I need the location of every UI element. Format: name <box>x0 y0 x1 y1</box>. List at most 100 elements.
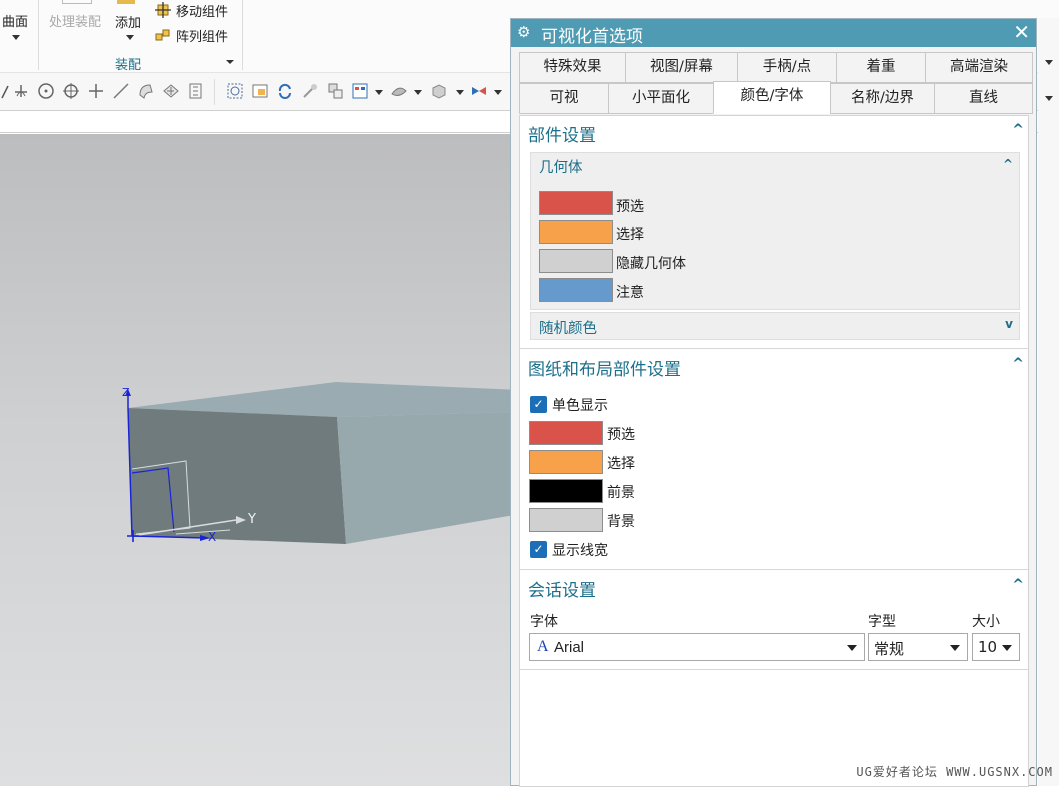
tab-names-borders[interactable]: 名称/边界 <box>830 83 935 114</box>
snap-perpendicular-icon[interactable] <box>12 82 30 100</box>
drawing-select-color-swatch[interactable] <box>529 450 603 474</box>
tab-color-font[interactable]: 颜色/字体 <box>713 81 831 114</box>
axis-x-label: X <box>208 530 217 544</box>
part-model[interactable] <box>0 134 520 786</box>
line-width-checkbox[interactable]: ✓ <box>530 541 547 558</box>
graphics-viewport[interactable]: Z Y X <box>0 134 520 786</box>
tab-special-effects[interactable]: 特殊效果 <box>519 52 626 83</box>
foreground-color-swatch[interactable] <box>529 479 603 503</box>
tab-label: 特殊效果 <box>543 59 602 75</box>
geometry-title[interactable]: 几何体 <box>539 156 583 177</box>
add-button[interactable]: 添加 <box>115 12 141 31</box>
dialog-titlebar[interactable]: ⚙ 可视化首选项 ✕ <box>511 19 1036 47</box>
session-settings-title[interactable]: 会话设置 <box>528 576 596 601</box>
snap-quadrant-icon[interactable] <box>62 82 80 100</box>
tab-faceting[interactable]: 小平面化 <box>608 83 714 114</box>
tab-label: 小平面化 <box>632 90 690 106</box>
shaded-cube-icon[interactable] <box>430 82 448 100</box>
surface-dropdown-caret[interactable] <box>12 35 20 40</box>
snap-on-face-icon[interactable] <box>137 82 155 100</box>
size-label: 大小 <box>972 614 1000 630</box>
add-dropdown-caret[interactable] <box>126 35 134 40</box>
chevron-down-icon <box>950 645 960 651</box>
edit-object-display-icon[interactable] <box>470 82 488 100</box>
fit-view-icon[interactable] <box>226 82 244 100</box>
font-label: 字体 <box>530 614 558 630</box>
edit-object-display-caret[interactable] <box>494 90 502 95</box>
line-width-label: 显示线宽 <box>552 543 608 559</box>
forum-watermark: UG爱好者论坛 WWW.UGSNX.COM <box>856 765 1053 779</box>
snap-point-icon[interactable] <box>87 82 105 100</box>
part-settings-title[interactable]: 部件设置 <box>528 121 596 146</box>
close-button[interactable]: ✕ <box>1013 20 1030 44</box>
tab-label: 视图/屏幕 <box>650 59 713 75</box>
tab-label: 直线 <box>969 90 998 106</box>
style-label: 字型 <box>868 614 896 630</box>
preselect-label: 预选 <box>616 199 644 215</box>
dialog-title: 可视化首选项 <box>541 27 643 47</box>
move-component-button[interactable]: 移动组件 <box>176 1 228 20</box>
ribbon-separator <box>242 0 243 70</box>
overflow-caret[interactable] <box>1045 60 1053 65</box>
tab-label: 高端渲染 <box>950 59 1008 75</box>
process-assembly-icon <box>62 0 92 4</box>
background-label: 背景 <box>607 514 635 530</box>
font-select[interactable]: A Arial <box>529 633 865 661</box>
drawing-preselect-color-swatch[interactable] <box>529 421 603 445</box>
attention-color-swatch[interactable] <box>539 278 613 302</box>
snap-points-icon[interactable] <box>187 82 205 100</box>
monochrome-checkbox[interactable]: ✓ <box>530 396 547 413</box>
overflow-caret[interactable] <box>1045 96 1053 101</box>
foreground-label: 前景 <box>607 485 635 501</box>
bounded-grid-icon[interactable] <box>162 82 180 100</box>
tab-handles-points[interactable]: 手柄/点 <box>737 52 837 83</box>
orient-view-icon[interactable] <box>326 82 344 100</box>
collapse-chevron-icon[interactable]: ^ <box>1012 122 1024 138</box>
section-divider <box>520 348 1028 349</box>
surface-menu[interactable]: 曲面 <box>2 11 28 30</box>
hidden-geometry-color-swatch[interactable] <box>539 249 613 273</box>
attention-label: 注意 <box>616 285 644 301</box>
chevron-down-icon <box>847 645 857 651</box>
expand-chevron-icon[interactable]: v <box>1005 317 1013 331</box>
zoom-icon[interactable] <box>251 82 269 100</box>
tab-line[interactable]: 直线 <box>934 83 1033 114</box>
pan-icon[interactable] <box>301 82 319 100</box>
tab-high-end-rendering[interactable]: 高端渲染 <box>925 52 1033 83</box>
background-color-swatch[interactable] <box>529 508 603 532</box>
tab-view-screen[interactable]: 视图/屏幕 <box>625 52 738 83</box>
tab-label: 名称/边界 <box>851 90 914 106</box>
tab-label: 手柄/点 <box>762 59 812 75</box>
tab-emphasis[interactable]: 着重 <box>836 52 926 83</box>
section-divider <box>520 569 1028 570</box>
collapse-chevron-icon[interactable]: ^ <box>1012 356 1024 372</box>
random-color-group: 随机颜色 v <box>530 312 1020 340</box>
drawing-select-label: 选择 <box>607 456 635 472</box>
random-color-title[interactable]: 随机颜色 <box>539 317 597 338</box>
snap-on-curve-icon[interactable] <box>112 82 130 100</box>
background-icon[interactable] <box>390 82 408 100</box>
chevron-down-icon <box>1002 645 1012 651</box>
preselect-color-swatch[interactable] <box>539 191 613 215</box>
rotate-icon[interactable] <box>276 82 294 100</box>
drawing-preselect-label: 预选 <box>607 427 635 443</box>
render-style-icon[interactable] <box>351 82 369 100</box>
shaded-cube-caret[interactable] <box>456 90 464 95</box>
group-expand-caret[interactable] <box>226 60 234 64</box>
process-assembly-button[interactable]: 处理装配 <box>49 11 101 30</box>
tab-visual[interactable]: 可视 <box>519 83 609 114</box>
collapse-chevron-icon[interactable]: ^ <box>1012 577 1024 593</box>
select-color-swatch[interactable] <box>539 220 613 244</box>
pattern-component-icon <box>155 29 170 41</box>
move-component-icon <box>155 2 171 18</box>
axis-y-label: Y <box>248 512 256 527</box>
size-select[interactable]: 10 <box>972 633 1020 661</box>
collapse-chevron-icon[interactable]: ^ <box>1003 157 1013 171</box>
drawing-settings-title[interactable]: 图纸和布局部件设置 <box>528 355 681 380</box>
pattern-component-button[interactable]: 阵列组件 <box>176 26 228 45</box>
background-caret[interactable] <box>414 90 422 95</box>
size-value: 10 <box>978 638 998 656</box>
snap-center-icon[interactable] <box>37 82 55 100</box>
style-select[interactable]: 常规 <box>868 633 968 661</box>
render-style-caret[interactable] <box>375 90 383 95</box>
